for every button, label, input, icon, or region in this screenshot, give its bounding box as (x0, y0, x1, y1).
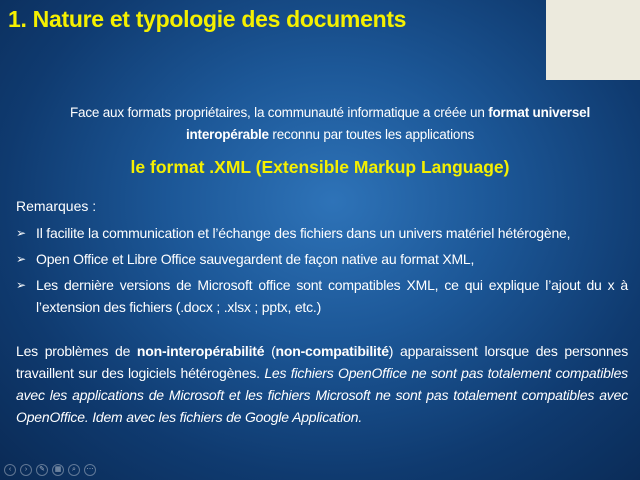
more-icon[interactable]: ⋯ (84, 464, 96, 476)
list-item: ➢ Les dernière versions de Microsoft offi… (16, 274, 628, 318)
intro-part2: reconnu par toutes les applications (268, 127, 475, 142)
slides-icon[interactable]: ▦ (52, 464, 64, 476)
problems-paragraph: Les problèmes de non-interopérabilité (n… (16, 340, 628, 428)
bullet-text: Open Office et Libre Office sauvegardent… (36, 251, 475, 267)
list-item: ➢ Il facilite la communication et l’échan… (16, 222, 628, 244)
para-bold-2: non-compatibilité (275, 343, 389, 359)
arrow-bullet-icon: ➢ (16, 226, 26, 240)
pen-icon[interactable]: ✎ (36, 464, 48, 476)
bullet-text: Il facilite la communication et l’échang… (36, 225, 571, 241)
remarks-list: ➢ Il facilite la communication et l’échan… (16, 222, 628, 322)
para-text-1: Les problèmes de (16, 343, 137, 359)
para-text-2: ( (264, 343, 276, 359)
prev-icon[interactable]: ‹ (4, 464, 16, 476)
intro-text: Face aux formats propriétaires, la commu… (40, 102, 620, 146)
xml-heading: le format .XML (Extensible Markup Langua… (130, 157, 510, 177)
slide-title: 1. Nature et typologie des documents (8, 6, 407, 32)
bullet-text: Les dernière versions de Microsoft offic… (36, 277, 628, 315)
zoom-icon[interactable]: ⌕ (68, 464, 80, 476)
corner-decoration (546, 0, 640, 80)
intro-part1: Face aux formats propriétaires, la commu… (69, 105, 489, 120)
para-bold-1: non-interopérabilité (136, 343, 265, 359)
slide-nav-toolbar: ‹ › ✎ ▦ ⌕ ⋯ (4, 464, 96, 476)
arrow-bullet-icon: ➢ (16, 278, 26, 292)
remarks-title: Remarques : (16, 198, 97, 214)
arrow-bullet-icon: ➢ (16, 252, 26, 266)
list-item: ➢ Open Office et Libre Office sauvegarden… (16, 248, 628, 270)
next-icon[interactable]: › (20, 464, 32, 476)
